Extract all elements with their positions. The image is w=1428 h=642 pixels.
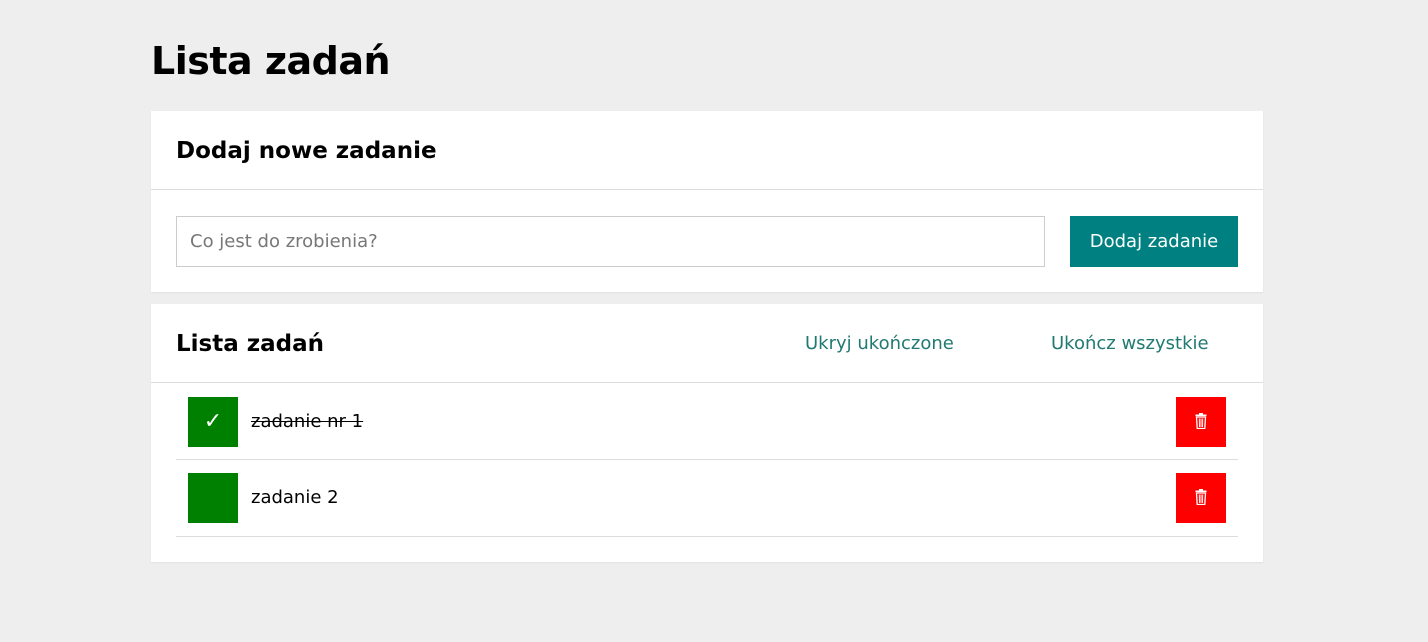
trash-icon — [1195, 413, 1207, 429]
add-task-title: Dodaj nowe zadanie — [176, 138, 437, 164]
check-icon: ✓ — [203, 409, 223, 434]
task-list-title: Lista zadań — [176, 331, 325, 357]
task-checkbox-unchecked[interactable] — [188, 473, 238, 523]
add-task-button[interactable]: Dodaj zadanie — [1070, 216, 1238, 267]
task-text: zadanie 2 — [251, 487, 339, 508]
task-row: ✓ zadanie nr 1 — [176, 384, 1238, 460]
trash-icon — [1195, 489, 1207, 505]
add-task-card: Dodaj nowe zadanie Dodaj zadanie — [151, 111, 1263, 292]
page-title: Lista zadań — [151, 39, 391, 83]
task-row: zadanie 2 — [176, 460, 1238, 537]
task-text: zadanie nr 1 — [251, 411, 364, 432]
app-root: { "page": { "title": "Lista zadań" }, "a… — [0, 0, 1428, 642]
task-list-card-header: Lista zadań Ukryj ukończone Ukończ wszys… — [151, 304, 1263, 383]
add-task-card-header: Dodaj nowe zadanie — [151, 111, 1263, 190]
delete-task-button[interactable] — [1176, 397, 1226, 447]
complete-all-link[interactable]: Ukończ wszystkie — [1051, 331, 1209, 357]
delete-task-button[interactable] — [1176, 473, 1226, 523]
task-list-card: Lista zadań Ukryj ukończone Ukończ wszys… — [151, 304, 1263, 562]
hide-completed-link[interactable]: Ukryj ukończone — [805, 331, 954, 357]
task-checkbox-checked[interactable]: ✓ — [188, 397, 238, 447]
new-task-input[interactable] — [176, 216, 1045, 267]
